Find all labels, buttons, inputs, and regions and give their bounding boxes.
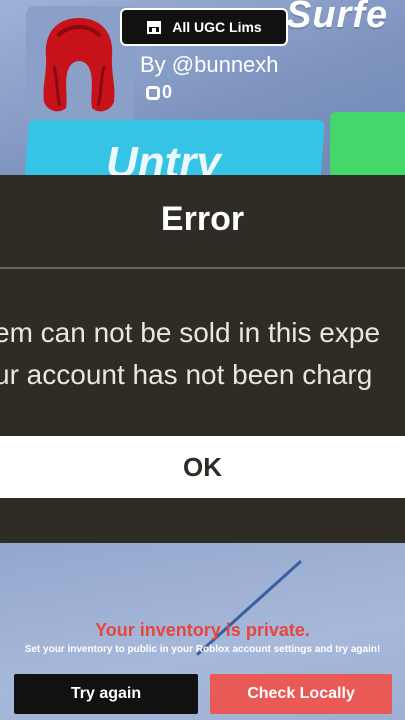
- inventory-private-title: Your inventory is private.: [95, 620, 310, 640]
- price-value: 0: [162, 82, 173, 102]
- price: 0: [146, 82, 172, 103]
- error-dialog-message: em can not be sold in this expe ur accou…: [0, 312, 405, 396]
- robux-icon: [146, 85, 160, 100]
- inventory-private-subtitle: Set your inventory to public in your Rob…: [24, 644, 381, 655]
- error-dialog-title: Error: [160, 200, 245, 238]
- try-again-button[interactable]: Try again: [14, 674, 198, 714]
- check-locally-button[interactable]: Check Locally: [210, 674, 392, 714]
- creator-name: By @bunnexh: [140, 52, 279, 77]
- store-icon: [147, 21, 162, 34]
- ok-button[interactable]: OK: [0, 436, 405, 498]
- error-dialog-divider: [0, 267, 405, 269]
- error-message-line-2: ur account has not been charg: [0, 359, 373, 390]
- all-ugc-lims-button[interactable]: All UGC Lims: [120, 8, 288, 46]
- red-hair-item-image: [43, 18, 115, 112]
- error-message-line-1: em can not be sold in this expe: [0, 317, 381, 348]
- item-title: Surfe: [286, 0, 389, 36]
- all-ugc-lims-label: All UGC Lims: [172, 19, 262, 35]
